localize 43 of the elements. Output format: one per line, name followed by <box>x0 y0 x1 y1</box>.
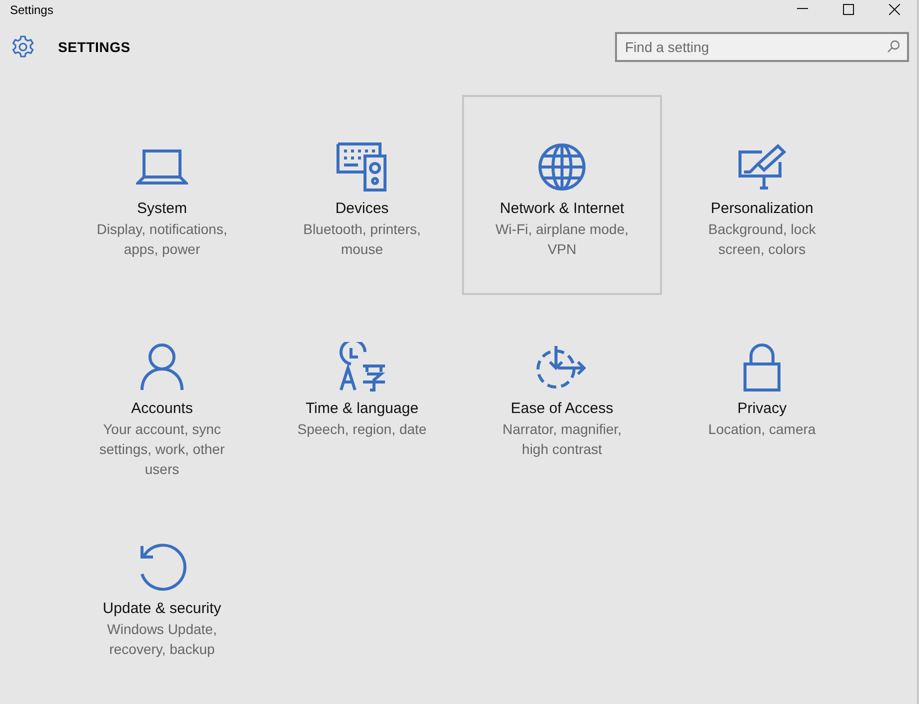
category-description: Windows Update, recovery, backup <box>106 620 218 659</box>
settings-icon <box>11 35 35 59</box>
search-field[interactable]: Find a setting <box>615 32 909 62</box>
close-icon <box>888 4 900 14</box>
window-title: Settings <box>9 2 54 19</box>
page-title: SETTINGS <box>58 38 130 56</box>
settings-category-tile[interactable]: Time & language Speech, region, date <box>262 295 462 495</box>
category-description: Your account, sync settings, work, other users <box>98 420 226 479</box>
globe-icon <box>537 142 587 192</box>
category-description: Background, lock screen, colors <box>707 220 817 259</box>
category-description: Bluetooth, printers, mouse <box>302 220 422 259</box>
dashed-circle-arrows-icon <box>536 344 588 390</box>
maximize-icon <box>842 4 854 14</box>
category-description: Wi-Fi, airplane mode, VPN <box>494 220 630 259</box>
category-title: System <box>136 199 187 219</box>
settings-category-tile[interactable]: Network & Internet Wi-Fi, airplane mode, VPN <box>462 95 662 295</box>
category-title: Update & security <box>102 599 222 619</box>
settings-category-tile[interactable]: Ease of Access Narrator, magnifier, high contrast <box>462 295 662 495</box>
settings-category-tile[interactable]: Accounts Your account, sync settings, work, other users <box>62 295 262 495</box>
clock-and-language-icon <box>337 342 387 392</box>
category-title: Privacy <box>737 399 787 419</box>
padlock-icon <box>742 342 782 392</box>
category-title: Personalization <box>710 199 814 219</box>
category-description: Display, notifications, apps, power <box>96 220 228 259</box>
category-description: Location, camera <box>707 420 817 439</box>
laptop-icon <box>136 147 188 187</box>
category-title: Network & Internet <box>500 199 624 219</box>
category-title: Time & language <box>306 399 418 419</box>
category-title: Ease of Access <box>510 399 614 419</box>
minimize-icon <box>796 8 808 10</box>
keyboard-and-speaker-icon <box>336 142 388 192</box>
settings-category-tile[interactable]: Privacy Location, camera <box>662 295 862 495</box>
settings-category-tile[interactable]: Update & security Windows Update, recovery, backup <box>62 495 262 695</box>
category-description: Speech, region, date <box>296 420 428 439</box>
category-description: Narrator, magnifier, high contrast <box>501 420 623 459</box>
settings-category-tile[interactable]: Personalization Background, lock screen, colors <box>662 95 862 295</box>
settings-category-tile[interactable]: Devices Bluetooth, printers, mouse <box>262 95 462 295</box>
category-title: Devices <box>335 199 389 219</box>
settings-category-tile[interactable]: System Display, notifications, apps, power <box>62 95 262 295</box>
search-icon <box>887 40 900 53</box>
monitor-with-brush-icon <box>738 144 786 190</box>
category-title: Accounts <box>131 399 193 419</box>
person-icon <box>139 342 185 392</box>
